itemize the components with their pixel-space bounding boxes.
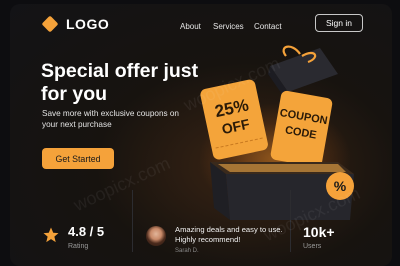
- coupon-ticket-code: COUPON CODE: [270, 90, 333, 167]
- sign-in-button[interactable]: Sign in: [315, 14, 363, 32]
- avatar: [146, 226, 166, 246]
- hero-card: LOGO About Services Contact Sign in Spec…: [10, 4, 392, 266]
- testimonial-text: Amazing deals and easy to use. Highly re…: [175, 225, 283, 244]
- nav-link-services[interactable]: Services: [213, 22, 244, 31]
- star-icon: [43, 227, 59, 243]
- users-value: 10k+: [303, 224, 335, 240]
- get-started-button[interactable]: Get Started: [42, 148, 114, 169]
- rating-value: 4.8 / 5: [68, 224, 105, 239]
- logo-diamond-icon: [41, 15, 59, 33]
- gift-lid-icon: [268, 45, 338, 100]
- users-label: Users: [303, 243, 322, 250]
- testimonial-author: Sarah D.: [175, 248, 199, 254]
- rating-label: Rating: [68, 243, 89, 250]
- percent-badge: %: [326, 172, 354, 200]
- coupon-ticket-percent: 25% OFF: [200, 79, 268, 160]
- logo-text: LOGO: [66, 16, 110, 32]
- stats-divider: [132, 190, 133, 252]
- gift-box-illustration: 25% OFF COUPON CODE: [170, 44, 392, 222]
- nav-link-about[interactable]: About: [180, 22, 201, 31]
- stats-divider: [290, 190, 291, 252]
- percent-icon: %: [333, 178, 347, 194]
- nav-link-contact[interactable]: Contact: [254, 22, 282, 31]
- logo[interactable]: LOGO: [41, 15, 110, 33]
